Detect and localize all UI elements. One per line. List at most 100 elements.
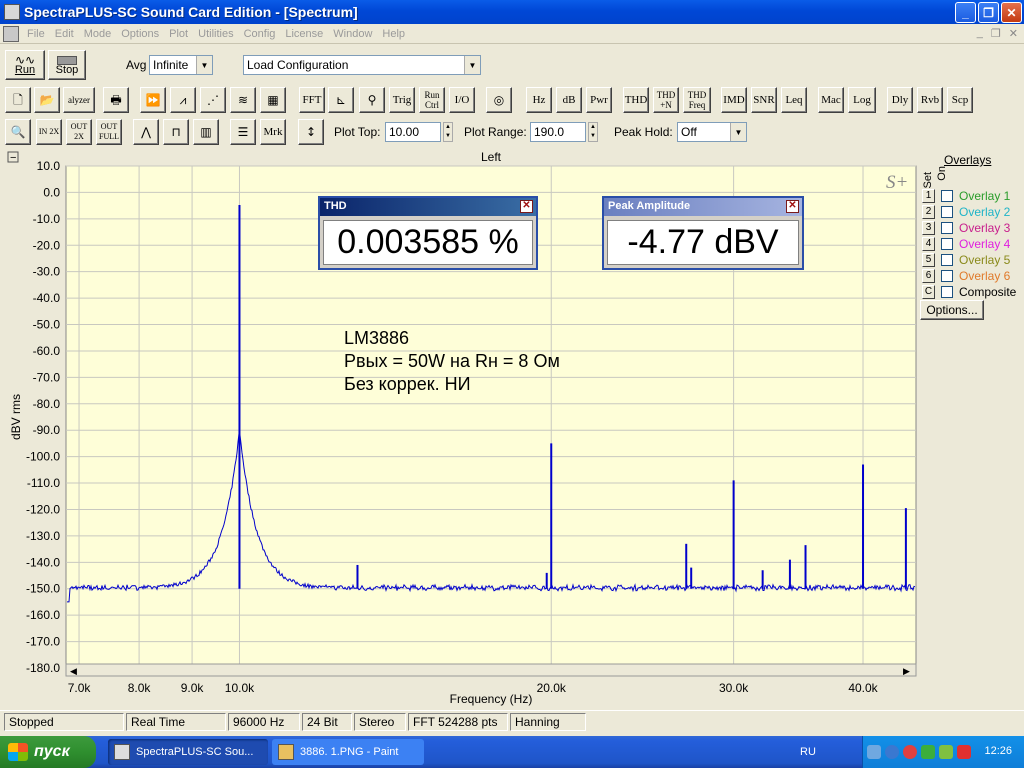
scp-button[interactable]: Scp (947, 87, 973, 113)
ramp-button[interactable]: ⋰ (200, 87, 226, 113)
thd-freq-button[interactable]: THD Freq (683, 87, 711, 113)
mrk-button[interactable]: Mrk (260, 119, 286, 145)
thd-button[interactable]: THD (623, 87, 649, 113)
probe-button[interactable]: ⚲ (359, 87, 385, 113)
stop-button[interactable]: Stop (48, 50, 86, 80)
close-button[interactable]: ✕ (1001, 2, 1022, 23)
menu-options[interactable]: Options (116, 28, 164, 40)
overlay-options-button[interactable]: Options... (920, 300, 984, 320)
imd-button[interactable]: IMD (721, 87, 747, 113)
volume-icon[interactable] (939, 745, 953, 759)
overlay-on-checkbox[interactable] (941, 205, 953, 218)
overlay-on-checkbox[interactable] (941, 189, 953, 202)
menu-license[interactable]: License (280, 28, 328, 40)
restore-button[interactable]: ❐ (978, 2, 999, 23)
menu-edit[interactable]: Edit (50, 28, 79, 40)
app-icon[interactable] (4, 4, 20, 20)
list-button[interactable]: ☰ (230, 119, 256, 145)
print-button[interactable]: 🖶 (103, 87, 129, 113)
fft-button[interactable]: FFT (299, 87, 325, 113)
rvb-button[interactable]: Rvb (917, 87, 943, 113)
overlay-set-button[interactable]: 5 (922, 252, 935, 267)
peak-hold-select[interactable]: Off ▼ (677, 122, 747, 142)
start-button[interactable]: пуск (0, 736, 96, 768)
trig-button[interactable]: Trig (389, 87, 415, 113)
spectrogram-button[interactable]: ≋ (230, 87, 256, 113)
forward-button[interactable]: ⏩ (140, 87, 166, 113)
document-icon[interactable] (3, 25, 19, 42)
db-button[interactable]: dB (556, 87, 582, 113)
overlay-on-checkbox[interactable] (941, 253, 953, 266)
io-button[interactable]: I/O (449, 87, 475, 113)
step-display-button[interactable]: ⊓ (163, 119, 189, 145)
zoom-button[interactable]: 🔍 (5, 119, 31, 145)
plot-top-spinner[interactable]: ▲ ▼ (443, 122, 453, 142)
plot-range-input[interactable]: 190.0 (530, 122, 586, 142)
antivirus-icon[interactable] (957, 745, 971, 759)
annotation-line-3: Без коррек. НИ (344, 374, 471, 394)
network-icon[interactable] (867, 745, 881, 759)
usb-icon[interactable] (921, 745, 935, 759)
mac-button[interactable]: Mac (818, 87, 844, 113)
zoom-full-button[interactable]: OUT FULL (96, 119, 122, 145)
zoom-out-button[interactable]: OUT 2X (66, 119, 92, 145)
scroll-left-arrow[interactable]: ◀ (70, 666, 77, 676)
menu-plot[interactable]: Plot (164, 28, 193, 40)
generator-button[interactable]: ◎ (486, 87, 512, 113)
minimize-button[interactable]: _ (955, 2, 976, 23)
menu-help[interactable]: Help (377, 28, 410, 40)
media-icon[interactable] (903, 745, 917, 759)
menu-mode[interactable]: Mode (79, 28, 117, 40)
dly-button[interactable]: Dly (887, 87, 913, 113)
new-button[interactable]: 🗋 (5, 87, 31, 113)
axis-button[interactable]: ⊾ (328, 87, 354, 113)
overlay-set-button[interactable]: 1 (922, 188, 935, 203)
hz-button[interactable]: Hz (526, 87, 552, 113)
peak-amplitude-window[interactable]: Peak Amplitude ✕ -4.77 dBV (602, 196, 804, 270)
overlay-set-button[interactable]: 4 (922, 236, 935, 251)
open-button[interactable]: 📂 (34, 87, 60, 113)
overlay-set-button[interactable]: C (922, 284, 935, 299)
overlay-set-button[interactable]: 3 (922, 220, 935, 235)
overlay-on-checkbox[interactable] (941, 285, 953, 298)
plot-top-input[interactable]: 10.00 (385, 122, 441, 142)
overlay-set-button[interactable]: 2 (922, 204, 935, 219)
scroll-right-arrow[interactable]: ▶ (903, 666, 910, 676)
close-icon[interactable]: ✕ (520, 200, 533, 213)
language-indicator[interactable]: RU (800, 746, 816, 758)
spectrum-mode-button[interactable]: ⩘ (170, 87, 196, 113)
leq-button[interactable]: Leq (781, 87, 807, 113)
run-button[interactable]: ∿∿ Run (5, 50, 45, 80)
thd-n-button[interactable]: THD +N (653, 87, 679, 113)
horizontal-scrollbar[interactable] (65, 663, 917, 677)
close-icon[interactable]: ✕ (786, 200, 799, 213)
bar-display-button[interactable]: ▥ (193, 119, 219, 145)
taskbar-item-spectraplus[interactable]: SpectraPLUS-SC Sou... (108, 739, 268, 765)
menu-utilities[interactable]: Utilities (193, 28, 238, 40)
overlay-set-button[interactable]: 6 (922, 268, 935, 283)
plot-range-spinner[interactable]: ▲ ▼ (588, 122, 598, 142)
log-button[interactable]: Log (848, 87, 876, 113)
taskbar-item-paint[interactable]: 3886. 1.PNG - Paint (272, 739, 424, 765)
mdi-restore-button[interactable]: ❐ (991, 27, 1001, 40)
vertical-scale-button[interactable]: ↕ (298, 119, 324, 145)
thd-readout-window[interactable]: THD ✕ 0.003585 % (318, 196, 538, 270)
menu-file[interactable]: File (22, 28, 50, 40)
mdi-close-button[interactable]: ✕ (1009, 27, 1018, 40)
run-ctrl-button[interactable]: Run Ctrl (419, 87, 445, 113)
snr-button[interactable]: SNR (751, 87, 777, 113)
peak-display-button[interactable]: ⋀ (133, 119, 159, 145)
3d-surface-button[interactable]: ▦ (260, 87, 286, 113)
overlay-on-checkbox[interactable] (941, 269, 953, 282)
pwr-button[interactable]: Pwr (586, 87, 612, 113)
analyzer-button[interactable]: alyzer (63, 87, 95, 113)
menu-window[interactable]: Window (328, 28, 377, 40)
avg-select[interactable]: Infinite ▼ (149, 55, 213, 75)
zoom-in-button[interactable]: IN 2X (36, 119, 62, 145)
overlay-on-checkbox[interactable] (941, 221, 953, 234)
overlay-on-checkbox[interactable] (941, 237, 953, 250)
mdi-minimize-button[interactable]: _ (977, 27, 983, 40)
menu-config[interactable]: Config (239, 28, 281, 40)
load-configuration-select[interactable]: Load Configuration ▼ (243, 55, 481, 75)
security-icon[interactable] (885, 745, 899, 759)
